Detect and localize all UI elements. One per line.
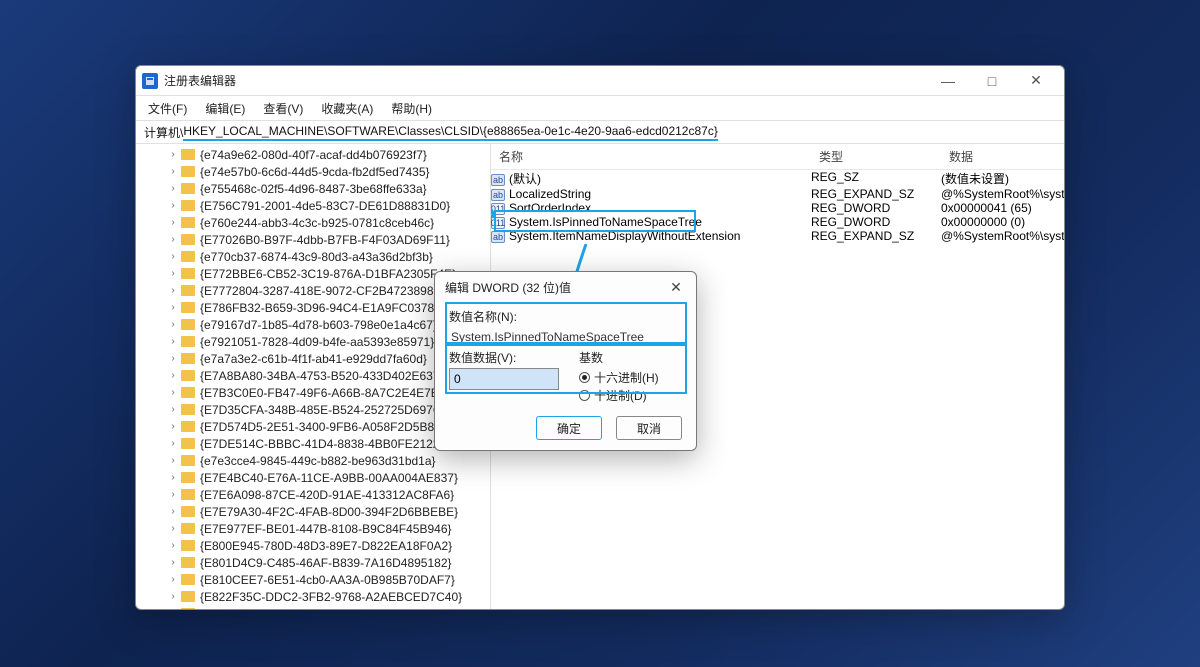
tree-item[interactable]: ›{E756C791-2001-4de5-83C7-DE61D88831D0} — [136, 197, 490, 214]
col-name[interactable]: 名称 — [491, 144, 811, 170]
col-data[interactable]: 数据 — [941, 144, 1064, 170]
tree-item[interactable]: ›{E77026B0-B97F-4dbb-B7FB-F4F03AD69F11} — [136, 231, 490, 248]
tree-item[interactable]: ›{e7e3cce4-9845-449c-b882-be963d31bd1a} — [136, 452, 490, 469]
edit-dword-dialog: 编辑 DWORD (32 位)值 ✕ 数值名称(N): System.IsPin… — [434, 271, 697, 451]
tree-item[interactable]: ›{e760e244-abb3-4c3c-b925-0781c8ceb46c} — [136, 214, 490, 231]
address-bar[interactable]: 计算机\ HKEY_LOCAL_MACHINE\SOFTWARE\Classes… — [136, 120, 1064, 144]
tree-item[interactable]: ›{E801D4C9-C485-46AF-B839-7A16D4895182} — [136, 554, 490, 571]
tree-item[interactable]: ›{E7E79A30-4F2C-4FAB-8D00-394F2D6BBEBE} — [136, 503, 490, 520]
tree-item[interactable]: ›{E7E4BC40-E76A-11CE-A9BB-00AA004AE837} — [136, 469, 490, 486]
cancel-button[interactable]: 取消 — [616, 416, 682, 440]
menu-view[interactable]: 查看(V) — [255, 98, 311, 119]
tree-item[interactable]: ›{e770cb37-6874-43c9-80d3-a43a36d2bf3b} — [136, 248, 490, 265]
minimize-button[interactable]: — — [926, 66, 970, 96]
base-label: 基数 — [579, 349, 682, 366]
tree-item[interactable]: ›{E800E945-780D-48D3-89E7-D822EA18F0A2} — [136, 537, 490, 554]
value-name-label: 数值名称(N): — [449, 308, 682, 325]
tree-item[interactable]: ›{e74e57b0-6c6d-44d5-9cda-fb2df5ed7435} — [136, 163, 490, 180]
tree-item[interactable]: ›{E810CEE7-6E51-4cb0-AA3A-0B985B70DAF7} — [136, 571, 490, 588]
titlebar[interactable]: 注册表编辑器 — □ ✕ — [136, 66, 1064, 96]
window-title: 注册表编辑器 — [164, 72, 926, 89]
radio-dec[interactable]: 十进制(D) — [579, 386, 682, 404]
menu-edit[interactable]: 编辑(E) — [197, 98, 253, 119]
value-data-input[interactable] — [449, 368, 559, 390]
arrow-annotation-1 — [491, 154, 506, 239]
tree-item[interactable]: ›{E7E6A098-87CE-420D-91AE-413312AC8FA6} — [136, 486, 490, 503]
dialog-close-button[interactable]: ✕ — [656, 272, 696, 302]
menu-fav[interactable]: 收藏夹(A) — [313, 98, 381, 119]
tree-item[interactable]: ›{e755468c-02f5-4d96-8487-3be68ffe633a} — [136, 180, 490, 197]
close-button[interactable]: ✕ — [1014, 66, 1058, 96]
tree-item[interactable]: ›{e82a2d71-5b2f-43a0-97b8-81be15854de8} — [136, 605, 490, 609]
tree-item[interactable]: ›{e74a9e62-080d-40f7-acaf-dd4b076923f7} — [136, 146, 490, 163]
value-data-label: 数值数据(V): — [449, 349, 559, 366]
menubar: 文件(F) 编辑(E) 查看(V) 收藏夹(A) 帮助(H) — [136, 96, 1064, 120]
address-prefix: 计算机\ — [144, 124, 183, 141]
value-name-text: System.IsPinnedToNameSpaceTree — [449, 327, 682, 347]
tree-item[interactable]: ›{E7E977EF-BE01-447B-8108-B9C84F45B946} — [136, 520, 490, 537]
col-type[interactable]: 类型 — [811, 144, 941, 170]
address-path: HKEY_LOCAL_MACHINE\SOFTWARE\Classes\CLSI… — [183, 124, 718, 141]
menu-file[interactable]: 文件(F) — [140, 98, 195, 119]
radio-hex[interactable]: 十六进制(H) — [579, 368, 682, 386]
maximize-button[interactable]: □ — [970, 66, 1014, 96]
ok-button[interactable]: 确定 — [536, 416, 602, 440]
app-icon — [142, 73, 158, 89]
tree-item[interactable]: ›{E822F35C-DDC2-3FB2-9768-A2AEBCED7C40} — [136, 588, 490, 605]
menu-help[interactable]: 帮助(H) — [383, 98, 440, 119]
